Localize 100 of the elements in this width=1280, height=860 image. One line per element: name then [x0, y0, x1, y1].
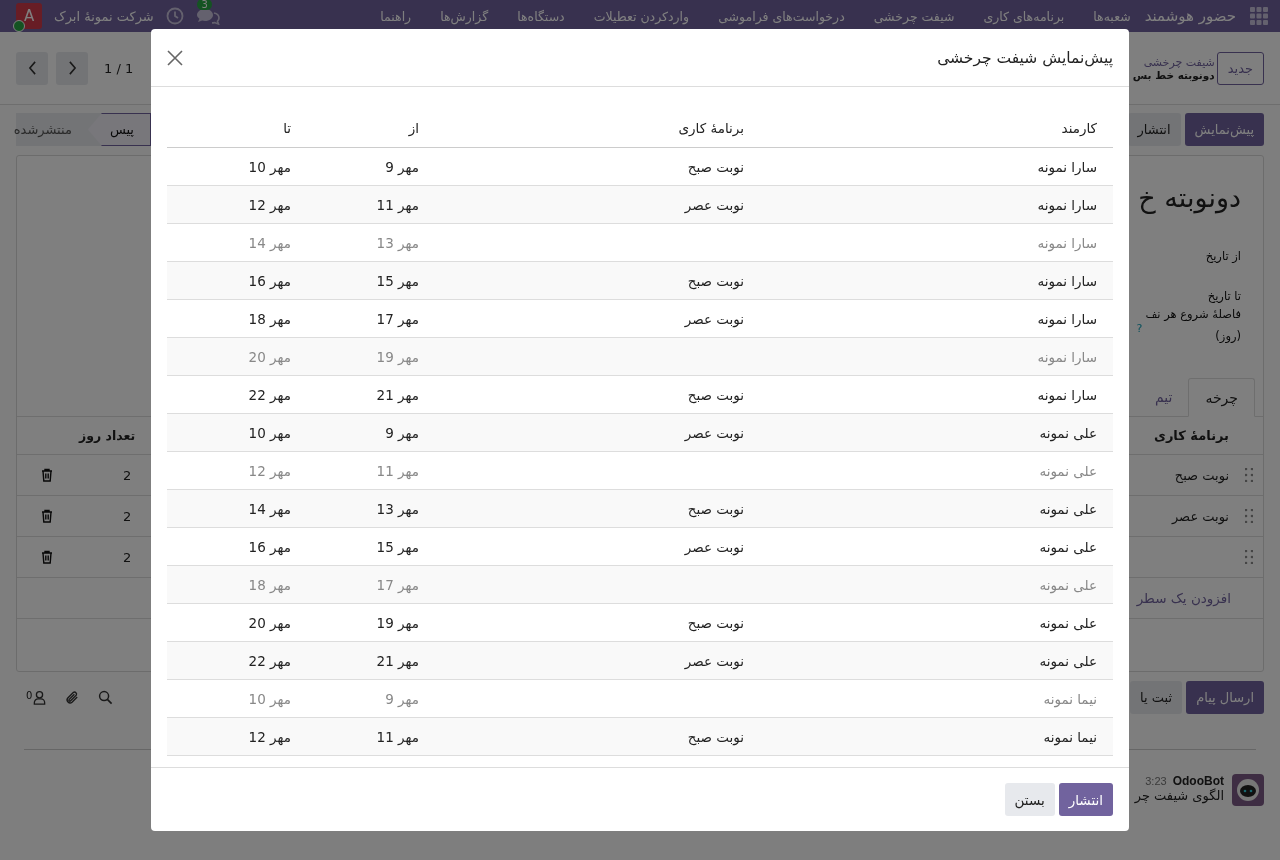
chevron-right-icon — [67, 61, 77, 75]
menu-item[interactable]: گزارش‌ها — [440, 8, 489, 24]
table-cell: علی نمونه — [1039, 538, 1097, 555]
menu-item[interactable]: شعبه‌ها — [1093, 8, 1131, 24]
app-title[interactable]: حضور هوشمند — [1144, 7, 1236, 25]
log-note-button[interactable]: ثبت یا — [1130, 681, 1183, 714]
status-stage[interactable]: پیس — [87, 113, 151, 146]
menu-item[interactable]: راهنما — [380, 8, 412, 24]
trash-icon[interactable] — [41, 550, 53, 564]
table-cell: نیما نمونه — [1043, 690, 1097, 707]
bot-avatar-icon — [1232, 774, 1264, 806]
table-cell: 2 — [123, 467, 132, 483]
drag-handle-icon[interactable] — [1245, 468, 1253, 482]
dialog-title: پیش‌نمایش شیفت چرخشی — [937, 48, 1113, 67]
drag-handle-icon[interactable] — [1245, 550, 1253, 564]
add-line-link[interactable]: افزودن یک سطر — [1136, 590, 1231, 606]
menu-item[interactable]: واردکردن تعطیلات — [593, 8, 690, 24]
pager-counter[interactable]: 1 / 1 — [104, 60, 134, 76]
table-cell: 11 مهر — [376, 462, 419, 479]
table-cell: 14 مهر — [248, 500, 291, 517]
column-header[interactable]: تعداد روز — [79, 428, 136, 443]
table-cell: سارا نمونه — [1037, 310, 1097, 327]
table-cell: 22 مهر — [248, 652, 291, 669]
column-header: تا — [283, 120, 291, 136]
table-cell: 15 مهر — [376, 272, 419, 289]
form-tab[interactable]: تیم — [1139, 378, 1189, 416]
table-cell: 18 مهر — [248, 576, 291, 593]
table-cell: 20 مهر — [248, 348, 291, 365]
table-cell: سارا نمونه — [1037, 234, 1097, 251]
chevron-left-icon — [27, 61, 37, 75]
field-label: فاصلهٔ شروع هر نف (روز) — [1145, 306, 1241, 345]
clock-icon[interactable] — [165, 7, 184, 25]
next-button[interactable] — [16, 51, 48, 85]
message-text: الگوی شیفت چر — [1134, 788, 1224, 803]
apps-grid-icon[interactable] — [1250, 7, 1268, 25]
table-cell: نیما نمونه — [1043, 728, 1097, 745]
user-icon[interactable] — [32, 690, 48, 705]
table-cell: نوبت عصر — [1171, 508, 1229, 524]
record-title: دونوبته خ — [1138, 182, 1241, 213]
user-avatar[interactable]: A — [16, 3, 42, 29]
table-cell: 13 مهر — [376, 500, 419, 517]
search-icon[interactable] — [98, 690, 114, 705]
table-cell: 21 مهر — [376, 386, 419, 403]
table-cell: علی نمونه — [1039, 652, 1097, 669]
chat-icon[interactable] — [195, 7, 220, 25]
table-cell: 12 مهر — [248, 728, 291, 745]
table-cell: نوبت صبح — [687, 728, 744, 745]
menu-item[interactable]: برنامه‌های کاری — [983, 8, 1065, 24]
send-message-button[interactable]: ارسال پیام — [1186, 681, 1264, 714]
column-header: کارمند — [1061, 120, 1097, 136]
action-button[interactable]: پیش‌نمایش — [1184, 113, 1264, 146]
close-button[interactable]: بستن — [1004, 783, 1055, 816]
drag-handle-icon[interactable] — [1245, 509, 1253, 523]
table-cell: 16 مهر — [248, 538, 291, 555]
table-cell: 11 مهر — [376, 728, 419, 745]
table-cell: 17 مهر — [376, 576, 419, 593]
table-cell: علی نمونه — [1039, 424, 1097, 441]
table-cell: 13 مهر — [376, 234, 419, 251]
table-cell: 19 مهر — [376, 348, 419, 365]
table-cell: 10 مهر — [248, 424, 291, 441]
action-button[interactable]: انتشار — [1127, 113, 1181, 146]
table-cell: نوبت صبح — [687, 158, 744, 175]
previous-button[interactable] — [56, 51, 88, 85]
field-label: از تاریخ — [1205, 248, 1241, 265]
table-cell: سارا نمونه — [1037, 348, 1097, 365]
message-author: OdooBot — [1172, 774, 1224, 788]
table-cell: 15 مهر — [376, 538, 419, 555]
company-name[interactable]: شرکت نمونهٔ ابرک — [54, 8, 154, 24]
column-header[interactable]: برنامهٔ کاری — [1153, 428, 1229, 443]
menu-item[interactable]: شیفت چرخشی — [873, 8, 955, 24]
table-cell: 2 — [123, 549, 132, 565]
publish-button[interactable]: انتشار — [1058, 783, 1113, 816]
table-cell: سارا نمونه — [1037, 196, 1097, 213]
paperclip-icon[interactable] — [65, 690, 81, 705]
breadcrumb-link[interactable]: شیفت چرخشی — [1132, 55, 1215, 69]
field-label: تا تاریخ — [1207, 288, 1241, 305]
close-icon[interactable] — [167, 49, 183, 66]
online-status-dot — [13, 20, 25, 32]
menu-item[interactable]: دستگاه‌ها — [517, 8, 565, 24]
follower-count: 0 — [26, 690, 33, 701]
table-cell: 16 مهر — [248, 272, 291, 289]
table-cell: نوبت صبح — [687, 386, 744, 403]
message-time: 3:23 — [1145, 775, 1167, 787]
table-cell: 9 مهر — [385, 424, 419, 441]
trash-icon[interactable] — [41, 509, 53, 523]
new-button[interactable]: جدید — [1216, 51, 1264, 85]
column-header: برنامهٔ کاری — [678, 120, 744, 136]
table-cell: نوبت عصر — [684, 652, 744, 669]
table-cell: 9 مهر — [385, 158, 419, 175]
help-tooltip-mark[interactable]: ? — [1136, 321, 1143, 337]
status-stage[interactable]: منتشرشده — [0, 113, 88, 146]
table-cell: نوبت عصر — [684, 538, 744, 555]
table-cell: 19 مهر — [376, 614, 419, 631]
form-tab[interactable]: چرخه — [1188, 378, 1255, 417]
table-cell: نوبت صبح — [687, 500, 744, 517]
trash-icon[interactable] — [41, 468, 53, 482]
table-cell: علی نمونه — [1039, 500, 1097, 517]
table-cell: سارا نمونه — [1037, 272, 1097, 289]
menu-item[interactable]: درخواست‌های فراموشی — [718, 8, 845, 24]
table-cell: 14 مهر — [248, 234, 291, 251]
